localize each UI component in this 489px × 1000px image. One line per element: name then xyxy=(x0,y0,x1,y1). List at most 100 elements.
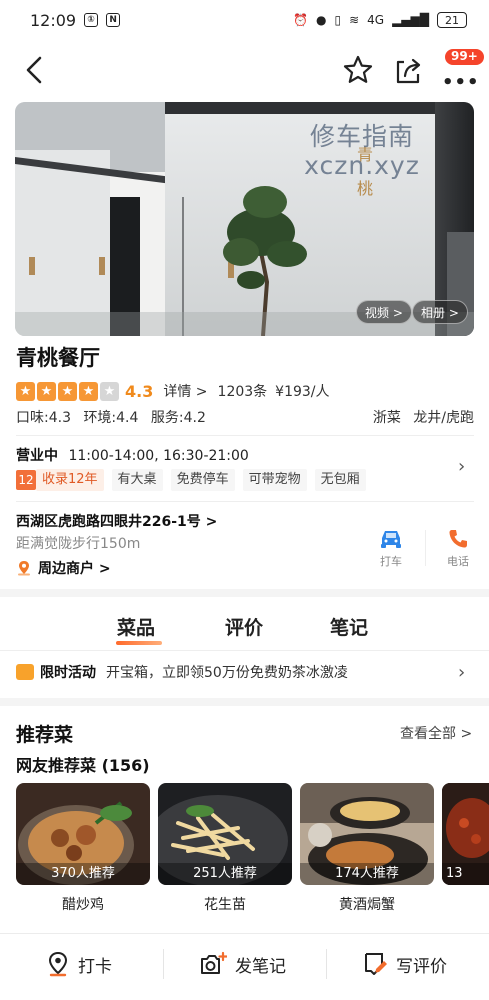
star-filled-icon: ★ xyxy=(58,381,77,401)
back-button[interactable] xyxy=(18,52,54,88)
vertical-divider xyxy=(425,530,426,566)
edit-review-icon xyxy=(365,953,387,975)
dish-recommend-count: 251人推荐 xyxy=(193,866,257,881)
watermark-line2: xczn.xyz xyxy=(304,151,420,180)
post-note-label: 发笔记 xyxy=(235,956,286,977)
dish-card-partial[interactable]: 13 xyxy=(442,783,489,885)
price-per-person: ¥193/人 xyxy=(275,384,330,400)
nfc-icon: N xyxy=(106,13,121,27)
dish-name: 醋炒鸡 xyxy=(62,897,104,913)
phone-icon xyxy=(449,530,467,548)
notification-icon: ① xyxy=(84,13,99,27)
business-hours[interactable]: 营业中 11:00-14:00, 16:30-21:00 xyxy=(16,445,249,465)
section-gap xyxy=(0,698,489,706)
dish-card[interactable]: 251人推荐 花生苗 xyxy=(158,783,292,914)
phone-button[interactable]: 电话 xyxy=(438,528,478,569)
phone-label: 电话 xyxy=(447,555,469,568)
favorite-button[interactable] xyxy=(340,52,376,88)
dish-name: 花生苗 xyxy=(204,897,246,913)
post-note-button[interactable]: 发笔记 xyxy=(199,950,286,978)
divider xyxy=(0,650,489,651)
user-recommended-title: 网友推荐菜 (156) xyxy=(16,756,150,775)
nearby-pin-icon xyxy=(18,561,30,576)
tab-dishes[interactable]: 菜品 xyxy=(117,613,155,640)
taxi-button[interactable]: 打车 xyxy=(371,528,411,569)
bottom-action-bar: 打卡 发笔记 写评价 xyxy=(0,933,489,1000)
network-label: 4G xyxy=(367,13,385,27)
hours-text: 11:00-14:00, 16:30-21:00 xyxy=(68,448,249,464)
rating-row[interactable]: ★ ★ ★ ★ ★ 4.3 详情 > 1203条 ¥193/人 xyxy=(16,381,476,401)
nearby-merchants-link[interactable]: 周边商户 > xyxy=(16,558,111,578)
rating-score: 4.3 xyxy=(125,381,154,401)
signal-icon: ▂▄▆█ xyxy=(392,13,429,27)
promo-text: 开宝箱，立即领50万份免费奶茶冰激凌 xyxy=(106,665,348,681)
star-filled-icon: ★ xyxy=(79,381,98,401)
top-nav: ••• xyxy=(0,40,489,100)
taxi-label: 打车 xyxy=(380,555,402,568)
dish-card[interactable]: 370人推荐 醋炒鸡 xyxy=(16,783,150,914)
dish-photo: 251人推荐 xyxy=(158,783,292,885)
address-link[interactable]: 西湖区虎跑路四眼井226-1号 > xyxy=(16,511,217,531)
video-button[interactable]: 视频 > xyxy=(356,300,412,324)
back-arrow-icon xyxy=(26,56,42,84)
location-icon: ● xyxy=(315,13,327,27)
area-label[interactable]: 龙井/虎跑 xyxy=(413,410,474,426)
tag-years: 收录12年 xyxy=(36,469,104,491)
location-pin-icon xyxy=(48,951,68,977)
see-all-link[interactable]: 查看全部 > xyxy=(400,723,472,743)
tag-big-table: 有大桌 xyxy=(111,469,163,491)
battery-icon: 21 xyxy=(437,12,467,28)
dish-recommend-count: 174人推荐 xyxy=(335,866,399,881)
active-tab-indicator xyxy=(116,641,162,645)
share-button[interactable] xyxy=(390,52,426,88)
nearby-label: 周边商户 > xyxy=(38,561,111,577)
chevron-right-icon[interactable]: › xyxy=(458,456,465,477)
review-count: 1203条 xyxy=(217,384,268,400)
alarm-icon: ⏰ xyxy=(293,13,308,27)
cuisine-label[interactable]: 浙菜 xyxy=(373,410,401,426)
vibrate-icon: ▯ xyxy=(334,13,342,27)
vertical-divider xyxy=(326,949,327,979)
checkin-button[interactable]: 打卡 xyxy=(46,950,112,978)
star-empty-icon: ★ xyxy=(100,381,119,401)
gift-icon xyxy=(16,664,34,680)
write-review-button[interactable]: 写评价 xyxy=(362,950,447,978)
restaurant-name: 青桃餐厅 xyxy=(16,346,100,370)
dish-recommend-count: 370人推荐 xyxy=(51,866,115,881)
message-badge: 99+ xyxy=(444,48,485,66)
share-icon xyxy=(396,58,421,84)
clock: 12:09 xyxy=(30,10,77,30)
status-bar: 12:09 ① N ⏰ ● ▯ ≋ 4G ▂▄▆█ 21 xyxy=(0,0,489,40)
dish-card[interactable]: 174人推荐 黄酒焗蟹 xyxy=(300,783,434,914)
taste-score: 口味:4.3 xyxy=(16,410,71,426)
open-status: 营业中 xyxy=(16,448,58,464)
environment-score: 环境:4.4 xyxy=(83,410,139,426)
tag-free-parking: 免费停车 xyxy=(170,469,235,491)
watermark-line1: 修车指南 xyxy=(309,122,414,151)
distance-text: 距满觉陇步行150m xyxy=(16,536,141,552)
star-filled-icon: ★ xyxy=(16,381,35,401)
star-filled-icon: ★ xyxy=(37,381,56,401)
tag-no-private-room: 无包厢 xyxy=(314,469,366,491)
chevron-right-icon[interactable]: › xyxy=(458,662,465,683)
tab-reviews[interactable]: 评价 xyxy=(225,613,263,640)
star-rating: ★ ★ ★ ★ ★ xyxy=(16,381,119,401)
sub-scores: 口味:4.3 环境:4.4 服务:4.2 浙菜 龙井/虎跑 xyxy=(16,407,474,427)
album-button[interactable]: 相册 > xyxy=(412,300,468,324)
feature-tags: 12 收录12年 有大桌 免费停车 可带宠物 无包厢 xyxy=(16,469,366,491)
more-icon: ••• xyxy=(442,72,480,93)
watermark: 修车指南 xczn.xyz xyxy=(292,122,432,180)
divider xyxy=(16,435,474,436)
write-review-label: 写评价 xyxy=(396,956,447,977)
checkin-label: 打卡 xyxy=(78,956,112,977)
vertical-divider xyxy=(163,949,164,979)
dish-recommend-count: 13 xyxy=(446,866,463,881)
content-tabs: 菜品 评价 笔记 xyxy=(0,607,489,647)
svg-text:桃: 桃 xyxy=(357,179,373,198)
tab-notes[interactable]: 笔记 xyxy=(330,613,368,640)
dish-photo: 370人推荐 xyxy=(16,783,150,885)
dish-photo: 174人推荐 xyxy=(300,783,434,885)
promo-banner[interactable]: 限时活动 开宝箱，立即领50万份免费奶茶冰激凌 xyxy=(16,661,474,683)
details-link[interactable]: 详情 > xyxy=(163,381,207,401)
star-icon xyxy=(343,55,373,83)
